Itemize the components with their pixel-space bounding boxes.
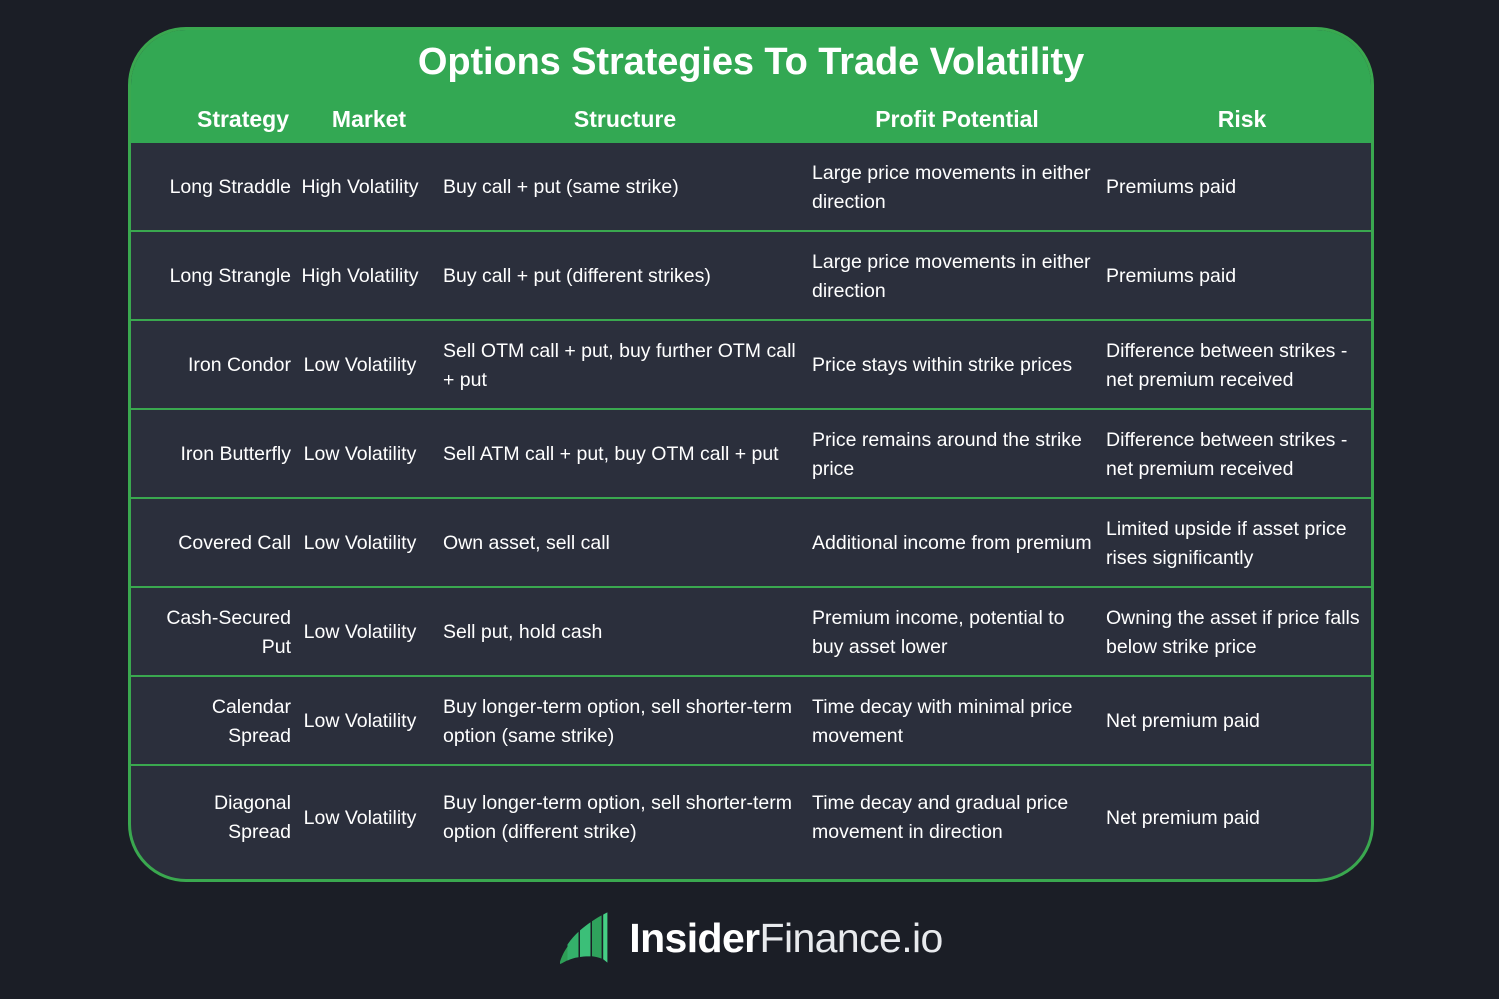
cell-strategy: Iron Butterfly: [180, 443, 291, 465]
brand-name-light: Finance.io: [759, 914, 944, 961]
cell-risk: Limited upside if asset price rises sign…: [1106, 518, 1347, 569]
infographic-root: Options Strategies To Trade Volatility S…: [0, 0, 1499, 999]
cell-profit: Time decay and gradual price movement in…: [812, 792, 1069, 843]
cell-risk: Difference between strikes - net premium…: [1106, 429, 1348, 480]
table-row: Cash-Secured Put Low Volatility Sell put, …: [131, 588, 1371, 677]
cell-profit: Time decay with minimal price movement: [812, 696, 1073, 747]
strategies-table-card: Options Strategies To Trade Volatility S…: [128, 27, 1374, 882]
cell-profit: Additional income from premium: [812, 532, 1092, 554]
cell-risk: Premiums paid: [1106, 176, 1237, 198]
cell-strategy: Long Strangle: [169, 265, 291, 287]
cell-strategy: Diagonal Spread: [214, 792, 291, 843]
cell-strategy: Covered Call: [178, 532, 291, 554]
cell-profit: Large price movements in either directio…: [812, 162, 1091, 213]
cell-structure: Buy longer-term option, sell shorter-ter…: [443, 696, 792, 747]
cell-market: Low Volatility: [303, 354, 417, 376]
cell-profit: Price remains around the strike price: [812, 429, 1082, 480]
cell-risk: Difference between strikes - net premium…: [1106, 340, 1348, 391]
table-row: Iron Butterfly Low Volatility Sell ATM cal…: [131, 410, 1371, 499]
table-row: Long Straddle High Volatility Buy call + p…: [131, 143, 1371, 232]
table-header: Options Strategies To Trade Volatility S…: [131, 30, 1371, 143]
column-header-row: Strategy Market Structure Profit Potenti…: [131, 105, 1371, 139]
cell-strategy: Calendar Spread: [211, 696, 291, 747]
cell-structure: Sell put, hold cash: [443, 621, 603, 643]
column-header-risk: Risk: [1217, 106, 1267, 132]
cell-profit: Price stays within strike prices: [812, 354, 1073, 376]
column-header-structure: Structure: [573, 106, 677, 132]
cell-strategy: Iron Condor: [188, 354, 291, 376]
column-header-profit-potential: Profit Potential: [875, 106, 1039, 132]
cell-strategy: Long Straddle: [169, 176, 291, 198]
cell-market: High Volatility: [301, 265, 419, 287]
cell-structure: Own asset, sell call: [443, 532, 610, 554]
cell-market: Low Volatility: [303, 807, 417, 829]
bar-chart-logo-icon: [560, 912, 608, 964]
cell-risk: Net premium paid: [1106, 807, 1260, 829]
table-row: Covered Call Low Volatility Own asset, sel…: [131, 499, 1371, 588]
cell-structure: Sell ATM call + put, buy OTM call + put: [443, 443, 779, 465]
page-title: Options Strategies To Trade Volatility: [417, 41, 1085, 83]
cell-market: Low Volatility: [303, 532, 417, 554]
table-row: Diagonal Spread Low Volatility Buy longer-…: [131, 766, 1371, 870]
table-row: Calendar Spread Low Volatility Buy longer-…: [131, 677, 1371, 766]
cell-strategy: Cash-Secured Put: [166, 607, 291, 658]
cell-risk: Owning the asset if price falls below st…: [1106, 607, 1360, 658]
cell-market: Low Volatility: [303, 621, 417, 643]
table-row: Long Strangle High Volatility Buy call + p…: [131, 232, 1371, 321]
cell-market: High Volatility: [301, 176, 419, 198]
cell-structure: Sell OTM call + put, buy further OTM cal…: [443, 340, 796, 391]
cell-risk: Net premium paid: [1106, 710, 1260, 732]
brand-name-bold: Insider: [629, 914, 760, 961]
cell-structure: Buy call + put (different strikes): [443, 265, 711, 287]
table-row: Iron Condor Low Volatility Sell OTM call +…: [131, 321, 1371, 410]
brand-footer: InsiderFinance.io: [0, 898, 1499, 978]
cell-profit: Large price movements in either directio…: [812, 251, 1091, 302]
brand-wordmark: InsiderFinance.io: [629, 914, 944, 961]
cell-profit: Premium income, potential to buy asset l…: [812, 607, 1065, 658]
cell-structure: Buy call + put (same strike): [443, 176, 679, 198]
cell-market: Low Volatility: [303, 443, 417, 465]
table-body: Long Straddle High Volatility Buy call + p…: [131, 143, 1371, 870]
cell-market: Low Volatility: [303, 710, 417, 732]
column-header-strategy: Strategy: [196, 106, 290, 132]
column-header-market: Market: [331, 106, 407, 132]
cell-risk: Premiums paid: [1106, 265, 1237, 287]
cell-structure: Buy longer-term option, sell shorter-ter…: [443, 792, 792, 843]
